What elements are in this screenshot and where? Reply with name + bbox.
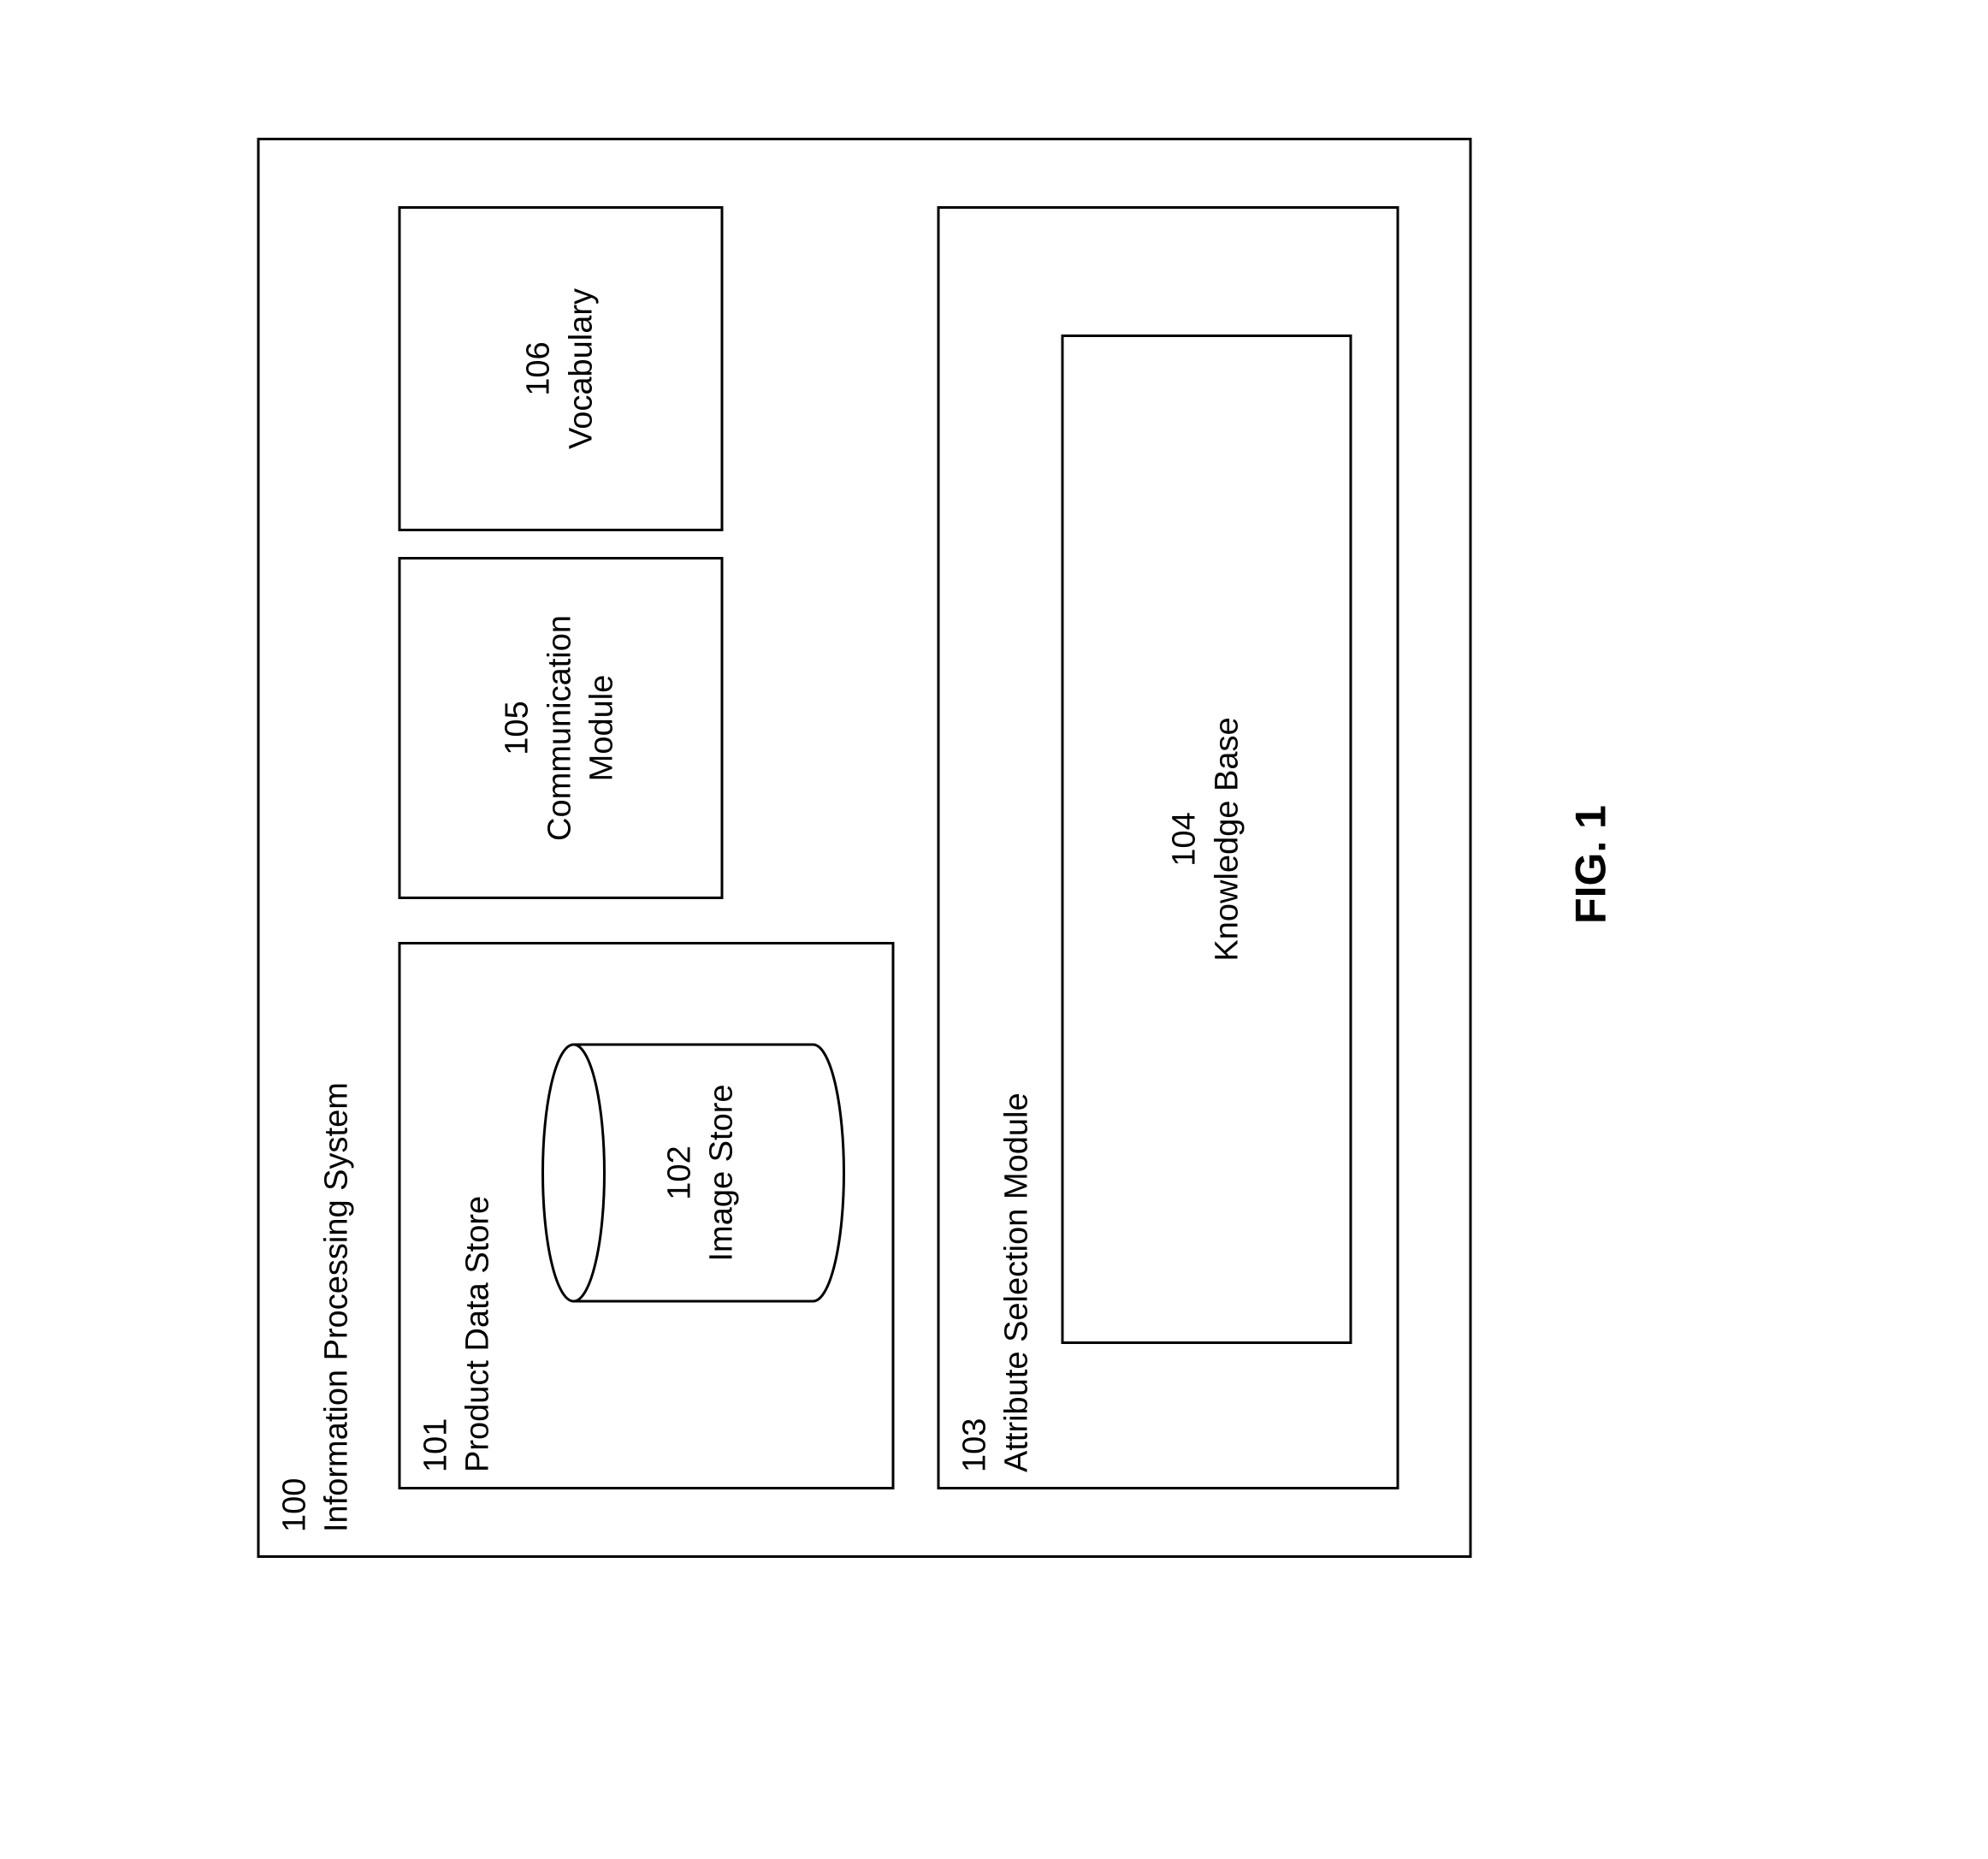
vocab-num: 106	[521, 341, 557, 395]
image-store-num: 102	[661, 1146, 697, 1199]
pds-num: 101	[417, 1418, 453, 1472]
kb-label: Knowledge Base	[1209, 717, 1245, 961]
vocab-label: Vocabulary	[563, 288, 599, 449]
attr-label-text: Attribute Selection Module	[998, 1092, 1034, 1472]
image-store-label: 102 Image Store	[659, 1045, 743, 1301]
vocabulary-box: 106 Vocabulary	[398, 206, 723, 531]
kb-num: 104	[1167, 812, 1203, 866]
product-data-store-label: 101 Product Data Store	[415, 1196, 500, 1472]
knowledge-base-box: 104 Knowledge Base	[1061, 335, 1352, 1344]
attribute-selection-label: 103 Attribute Selection Module	[954, 1092, 1038, 1472]
comm-label: Communication Module	[541, 615, 619, 841]
system-label: Information Processing System	[318, 1082, 354, 1532]
comm-num: 105	[500, 701, 535, 755]
pds-label-text: Product Data Store	[459, 1196, 495, 1472]
information-processing-system-label: 100 Information Processing System	[274, 1082, 358, 1532]
communication-module-box: 105 Communication Module	[398, 557, 723, 899]
system-num: 100	[276, 1478, 312, 1532]
figure-caption: FIG. 1	[1565, 0, 1615, 1729]
attr-num: 103	[956, 1418, 992, 1472]
image-store-text: Image Store	[703, 1085, 739, 1262]
